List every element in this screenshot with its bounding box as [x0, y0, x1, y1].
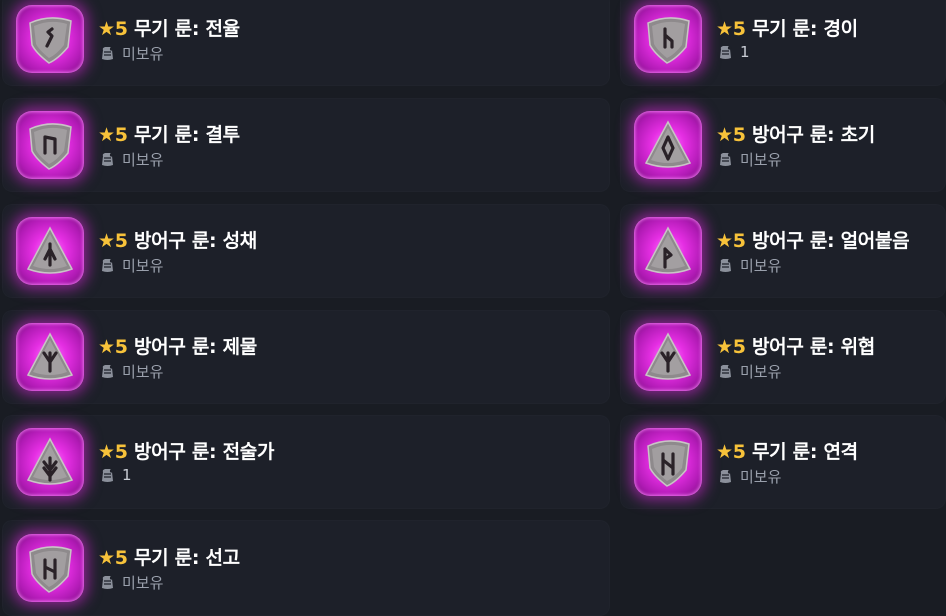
grade-label: ★5	[98, 547, 128, 569]
inventory-bag-icon	[717, 44, 734, 61]
rune-triangle-icon	[634, 217, 702, 285]
inventory-bag-icon	[99, 363, 116, 380]
rune-name: 방어구 룬: 성채	[127, 230, 257, 252]
ownership-status: 미보유	[99, 255, 163, 276]
rune-title: ★5 방어구 룬: 제물	[98, 332, 257, 359]
grade-label: ★5	[98, 230, 128, 252]
rune-card[interactable]: ★5 방어구 룬: 성채미보유	[2, 204, 610, 298]
grade-label: ★5	[98, 441, 128, 463]
inventory-bag-icon	[99, 574, 116, 591]
ownership-status: 미보유	[717, 466, 781, 487]
grade-label: ★5	[716, 124, 746, 146]
status-text: 미보유	[740, 363, 782, 381]
ownership-status: 미보유	[99, 572, 163, 593]
ownership-status: 미보유	[717, 149, 781, 170]
grade-label: ★5	[98, 336, 128, 358]
rune-card[interactable]: ★5 무기 룬: 결투미보유	[2, 98, 610, 192]
rune-card[interactable]: ★5 무기 룬: 연격미보유	[620, 415, 946, 509]
inventory-bag-icon	[99, 151, 116, 168]
status-text: 1	[740, 43, 750, 61]
rune-title: ★5 방어구 룬: 전술가	[98, 437, 274, 464]
rune-triangle-icon	[634, 323, 702, 391]
rune-title: ★5 방어구 룬: 얼어붙음	[716, 226, 910, 253]
rune-card[interactable]: ★5 방어구 룬: 제물미보유	[2, 310, 610, 404]
grade-label: ★5	[716, 230, 746, 252]
ownership-status: 미보유	[99, 43, 163, 64]
status-text: 미보유	[122, 257, 164, 275]
rune-triangle-icon	[16, 428, 84, 496]
rune-name: 무기 룬: 연격	[745, 441, 858, 463]
rune-card[interactable]: ★5 무기 룬: 선고미보유	[2, 520, 610, 616]
ownership-status: 미보유	[99, 361, 163, 382]
rune-title: ★5 무기 룬: 전율	[98, 14, 240, 41]
rune-name: 무기 룬: 전율	[127, 18, 240, 40]
rune-shield-icon	[634, 428, 702, 496]
status-text: 미보유	[122, 574, 164, 592]
rune-card[interactable]: ★5 방어구 룬: 위협미보유	[620, 310, 946, 404]
ownership-status: 미보유	[99, 149, 163, 170]
rune-card[interactable]: ★5 방어구 룬: 얼어붙음미보유	[620, 204, 946, 298]
rune-title: ★5 무기 룬: 결투	[98, 120, 240, 147]
inventory-bag-icon	[99, 257, 116, 274]
ownership-status: 1	[717, 43, 750, 61]
rune-shield-icon	[634, 5, 702, 73]
status-text: 미보유	[740, 468, 782, 486]
rune-triangle-icon	[16, 323, 84, 391]
status-text: 1	[122, 466, 132, 484]
grade-label: ★5	[716, 18, 746, 40]
status-text: 미보유	[740, 151, 782, 169]
rune-triangle-icon	[16, 217, 84, 285]
rune-title: ★5 무기 룬: 선고	[98, 543, 240, 570]
rune-name: 방어구 룬: 전술가	[127, 441, 275, 463]
rune-title: ★5 방어구 룬: 초기	[716, 120, 875, 147]
rune-shield-icon	[16, 111, 84, 179]
grade-label: ★5	[98, 18, 128, 40]
rune-triangle-icon	[634, 111, 702, 179]
status-text: 미보유	[122, 45, 164, 63]
rune-title: ★5 방어구 룬: 성채	[98, 226, 257, 253]
ownership-status: 미보유	[717, 255, 781, 276]
inventory-bag-icon	[717, 151, 734, 168]
rune-name: 방어구 룬: 위협	[745, 336, 875, 358]
grade-label: ★5	[716, 441, 746, 463]
status-text: 미보유	[122, 363, 164, 381]
rune-card[interactable]: ★5 무기 룬: 경이 1	[620, 0, 946, 86]
inventory-bag-icon	[99, 45, 116, 62]
rune-card[interactable]: ★5 방어구 룬: 전술가 1	[2, 415, 610, 509]
grade-label: ★5	[716, 336, 746, 358]
rune-title: ★5 방어구 룬: 위협	[716, 332, 875, 359]
rune-name: 무기 룬: 선고	[127, 547, 240, 569]
rune-name: 방어구 룬: 초기	[745, 124, 875, 146]
inventory-bag-icon	[717, 363, 734, 380]
status-text: 미보유	[122, 151, 164, 169]
rune-shield-icon	[16, 5, 84, 73]
ownership-status: 미보유	[717, 361, 781, 382]
rune-name: 방어구 룬: 제물	[127, 336, 257, 358]
rune-title: ★5 무기 룬: 연격	[716, 437, 858, 464]
rune-shield-icon	[16, 534, 84, 602]
rune-name: 무기 룬: 결투	[127, 124, 240, 146]
inventory-bag-icon	[99, 467, 116, 484]
inventory-bag-icon	[717, 468, 734, 485]
ownership-status: 1	[99, 466, 132, 484]
rune-card[interactable]: ★5 방어구 룬: 초기미보유	[620, 98, 946, 192]
rune-name: 무기 룬: 경이	[745, 18, 858, 40]
rune-title: ★5 무기 룬: 경이	[716, 14, 858, 41]
rune-card[interactable]: ★5 무기 룬: 전율미보유	[2, 0, 610, 86]
status-text: 미보유	[740, 257, 782, 275]
inventory-bag-icon	[717, 257, 734, 274]
grade-label: ★5	[98, 124, 128, 146]
rune-name: 방어구 룬: 얼어붙음	[745, 230, 910, 252]
